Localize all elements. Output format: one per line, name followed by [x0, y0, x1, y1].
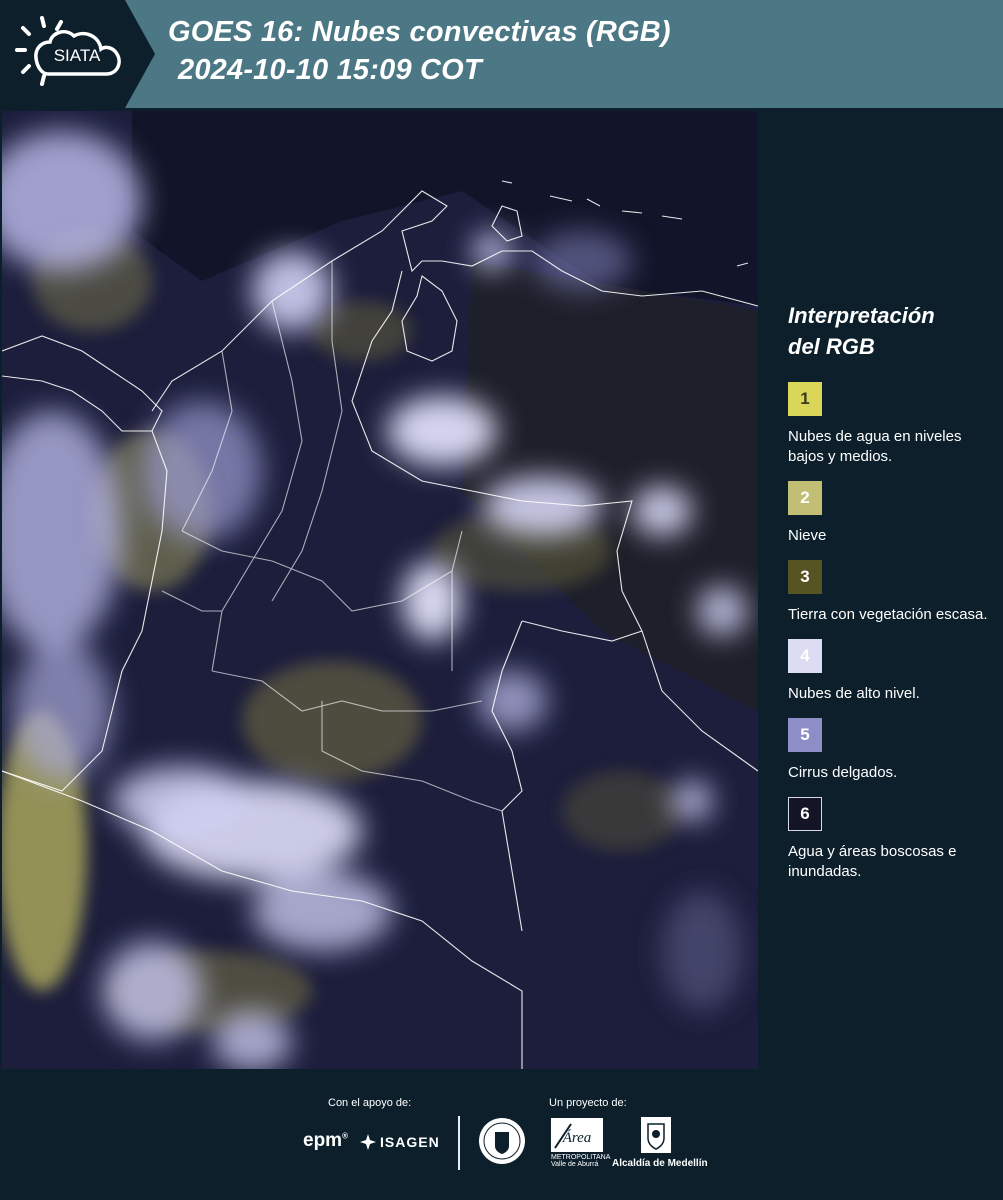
- legend-item: 2 Nieve: [788, 481, 998, 546]
- isagen-logo: ISAGEN: [360, 1134, 440, 1150]
- header: SIATA GOES 16: Nubes convectivas (RGB) 2…: [0, 0, 1003, 110]
- legend-label-6: Agua y áreas boscosas e inundadas.: [788, 843, 957, 880]
- legend-item: 6 Agua y áreas boscosas e inundadas.: [788, 797, 998, 882]
- legend-label-3: Tierra con vegetación escasa.: [788, 606, 988, 623]
- legend-title: Interpretación del RGB: [788, 300, 998, 362]
- legend-item: 4 Nubes de alto nivel.: [788, 639, 998, 704]
- sun-cloud-logo-icon: SIATA: [15, 16, 121, 86]
- legend-label-4: Nubes de alto nivel.: [788, 685, 920, 702]
- legend-swatch-1: 1: [788, 382, 822, 416]
- legend-label-5: Cirrus delgados.: [788, 764, 898, 781]
- area-logo-subtitle: METROPOLITANA Valle de Aburrá: [551, 1154, 610, 1168]
- support-caption: Con el apoyo de:: [328, 1097, 412, 1109]
- legend-swatch-6: 6: [788, 797, 822, 831]
- header-notch: [125, 0, 155, 108]
- legend: Interpretación del RGB 1 Nubes de agua e…: [788, 300, 998, 896]
- page-title: GOES 16: Nubes convectivas (RGB): [168, 16, 671, 48]
- siata-logo: SIATA: [14, 14, 126, 96]
- alcaldia-label: Alcaldía de Medellín: [612, 1158, 708, 1169]
- area-logo-text: Área: [562, 1129, 592, 1146]
- legend-item: 5 Cirrus delgados.: [788, 718, 998, 783]
- map-canvas: [2, 111, 758, 1069]
- footer: Con el apoyo de: Un proyecto de: epm® IS…: [0, 1070, 1003, 1200]
- alcaldia-coat-of-arms-icon: [641, 1117, 671, 1153]
- isagen-star-icon: [360, 1134, 376, 1150]
- legend-title-line2: del RGB: [788, 334, 875, 359]
- project-caption: Un proyecto de:: [549, 1097, 627, 1109]
- legend-label-1: Nubes de agua en niveles bajos y medios.: [788, 428, 962, 465]
- legend-title-line1: Interpretación: [788, 303, 935, 328]
- logo-text: SIATA: [54, 46, 101, 65]
- legend-swatch-2: 2: [788, 481, 822, 515]
- legend-swatch-3: 3: [788, 560, 822, 594]
- medellin-seal-icon: [479, 1118, 525, 1164]
- legend-item: 3 Tierra con vegetación escasa.: [788, 560, 998, 625]
- footer-divider: [458, 1116, 460, 1170]
- legend-label-2: Nieve: [788, 527, 827, 544]
- isagen-logo-text: ISAGEN: [380, 1134, 440, 1150]
- satellite-map: [2, 111, 758, 1069]
- legend-swatch-4: 4: [788, 639, 822, 673]
- page-timestamp: 2024-10-10 15:09 COT: [178, 54, 482, 86]
- legend-swatch-5: 5: [788, 718, 822, 752]
- epm-logo-text: epm: [303, 1130, 343, 1151]
- legend-item: 1 Nubes de agua en niveles bajos y medio…: [788, 382, 998, 467]
- epm-logo: epm®: [303, 1130, 348, 1151]
